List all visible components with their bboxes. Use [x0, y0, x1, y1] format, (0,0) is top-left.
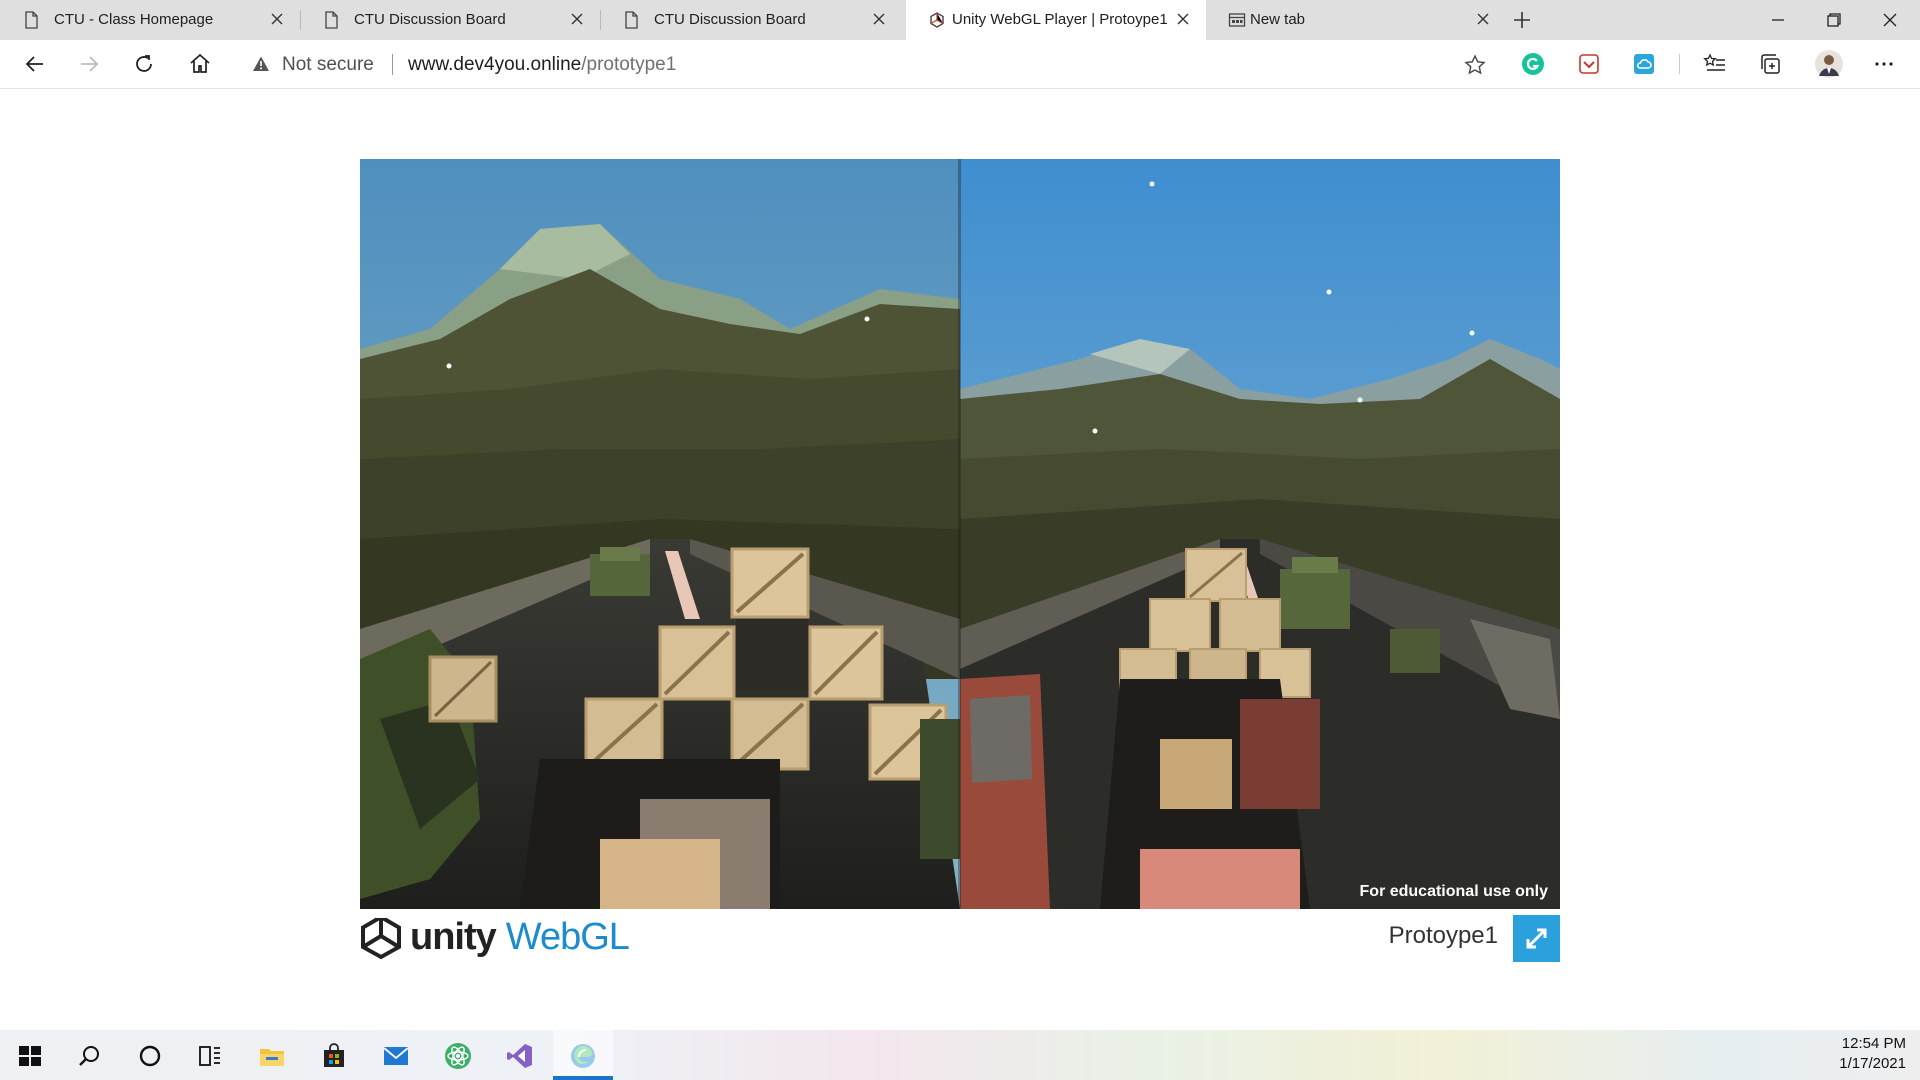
page-icon: [325, 11, 338, 29]
fullscreen-icon: [1526, 928, 1547, 949]
url-path: /prototype1: [581, 54, 677, 75]
url-host: www.dev4you.online: [408, 54, 582, 75]
tab-unity-webgl[interactable]: Unity WebGL Player | Protoype1: [906, 0, 1206, 40]
tab-ctu-discussion-2[interactable]: CTU Discussion Board: [600, 0, 902, 40]
unity-favicon: [930, 12, 944, 28]
tab-title: Unity WebGL Player | Protoype1: [952, 11, 1168, 28]
page-icon: [625, 11, 638, 29]
toolbar-divider: [1679, 54, 1680, 74]
visual-studio-icon[interactable]: [506, 1042, 534, 1070]
address-divider: [392, 54, 393, 75]
favorite-star-icon[interactable]: [1464, 54, 1486, 76]
taskbar-active-highlight: [553, 1030, 613, 1080]
windows-taskbar: [0, 1030, 1920, 1080]
address-bar[interactable]: Not secure www.dev4you.online/prototype1: [236, 45, 1498, 83]
search-icon[interactable]: [76, 1042, 104, 1070]
new-tab-icon: [1228, 13, 1246, 27]
restore-icon[interactable]: [1822, 8, 1846, 32]
security-label[interactable]: Not secure: [282, 54, 374, 76]
favorites-icon[interactable]: [1703, 52, 1727, 76]
cloud-icon[interactable]: [1632, 52, 1656, 76]
fullscreen-button[interactable]: [1513, 915, 1560, 962]
unity-webgl-logo: unity WebGL: [358, 912, 630, 962]
page-icon: [25, 11, 38, 29]
pocket-icon[interactable]: [1577, 52, 1601, 76]
back-icon[interactable]: [21, 50, 49, 78]
educational-use-label: For educational use only: [1359, 883, 1548, 900]
tab-ctu-discussion-1[interactable]: CTU Discussion Board: [300, 0, 600, 40]
close-icon[interactable]: [1474, 10, 1492, 28]
warning-icon[interactable]: [252, 55, 270, 73]
logo-webgl-text: WebGL: [505, 915, 630, 958]
right-camera-view: [960, 159, 1560, 909]
grammarly-icon[interactable]: [1521, 52, 1545, 76]
system-clock[interactable]: 12:54 PM 1/17/2021: [1839, 1034, 1906, 1074]
unity-logo-icon: [361, 914, 401, 960]
project-title: Protoype1: [1388, 922, 1498, 949]
tab-title: CTU Discussion Board: [354, 11, 506, 28]
tab-strip: CTU - Class Homepage CTU Discussion Boar…: [0, 0, 1920, 40]
more-icon[interactable]: [1872, 52, 1896, 76]
task-view-icon[interactable]: [196, 1042, 224, 1070]
tab-title: CTU - Class Homepage: [54, 11, 214, 28]
window-close-icon[interactable]: [1878, 8, 1902, 32]
file-explorer-icon[interactable]: [258, 1042, 286, 1070]
close-icon[interactable]: [268, 10, 286, 28]
home-icon[interactable]: [186, 50, 214, 78]
new-tab-plus-icon[interactable]: [1510, 8, 1534, 32]
windows-start-icon[interactable]: [16, 1042, 44, 1070]
collections-icon[interactable]: [1758, 52, 1782, 76]
close-icon[interactable]: [870, 10, 888, 28]
game-scene[interactable]: [360, 159, 1560, 909]
profile-avatar[interactable]: [1814, 49, 1844, 79]
refresh-icon[interactable]: [130, 50, 158, 78]
close-icon[interactable]: [568, 10, 586, 28]
browser-toolbar: Not secure www.dev4you.online/prototype1: [0, 40, 1920, 89]
tab-ctu-homepage[interactable]: CTU - Class Homepage: [0, 0, 300, 40]
atom-icon[interactable]: [444, 1042, 472, 1070]
clock-date: 1/17/2021: [1839, 1055, 1906, 1072]
tab-new-tab[interactable]: New tab: [1206, 0, 1506, 40]
tab-title: CTU Discussion Board: [654, 11, 806, 28]
close-icon[interactable]: [1174, 10, 1192, 28]
store-icon[interactable]: [320, 1042, 348, 1070]
mail-icon[interactable]: [382, 1042, 410, 1070]
minimize-icon[interactable]: [1766, 8, 1790, 32]
logo-unity-text: unity: [410, 915, 497, 958]
taskbar-active-indicator: [553, 1076, 613, 1080]
left-camera-view: [360, 159, 960, 909]
clock-time: 12:54 PM: [1841, 1035, 1906, 1052]
forward-icon[interactable]: [75, 50, 103, 78]
tab-title: New tab: [1250, 11, 1306, 28]
unity-webgl-canvas[interactable]: For educational use only: [360, 159, 1560, 909]
cortana-icon[interactable]: [136, 1042, 164, 1070]
url-text[interactable]: www.dev4you.online/prototype1: [408, 54, 676, 76]
